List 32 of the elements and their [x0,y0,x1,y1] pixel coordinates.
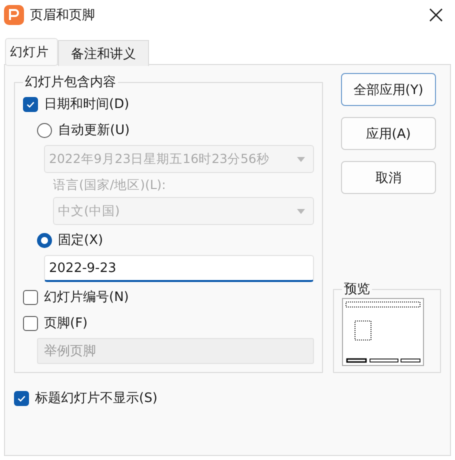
preview-title: 预览 [342,281,371,298]
checkbox[interactable] [23,290,38,304]
checkbox-label: 页脚(F) [44,315,88,332]
dialog-button[interactable]: 取消 [340,161,436,194]
group-title: 幻灯片包含内容 [24,74,117,91]
dialog-button[interactable]: 全部应用(Y) [340,73,436,106]
radio-label: 固定(X) [58,232,104,249]
app-logo-icon [4,5,24,25]
checkbox[interactable] [23,316,38,330]
caret-icon [296,208,305,214]
hide-on-title-checkbox[interactable]: 标题幻灯片不显示(S) [14,387,441,409]
checkbox-label: 日期和时间(D) [44,96,130,113]
auto-update-radio[interactable]: 自动更新(U) [37,119,314,141]
checkbox-label: 幻灯片编号(N) [44,289,129,306]
radio-label: 自动更新(U) [58,122,130,139]
date-time-checkbox[interactable]: 日期和时间(D) [23,93,314,115]
slide-number-checkbox[interactable]: 幻灯片编号(N) [23,286,314,308]
checkbox[interactable] [14,390,29,406]
radio-button[interactable] [37,122,52,138]
tab[interactable]: 幻灯片 [5,38,58,66]
footer-checkbox[interactable]: 页脚(F) [23,312,314,334]
checkbox[interactable] [23,96,38,112]
fixed-radio[interactable]: 固定(X) [37,229,314,251]
window-title: 页眉和页脚 [30,7,96,24]
checkbox-label: 标题幻灯片不显示(S) [35,390,158,407]
caret-icon [296,156,305,162]
dialog-button[interactable]: 应用(A) [340,117,436,150]
fixed-date-field[interactable]: 2022-9-23 [44,255,314,282]
tab[interactable]: 备注和讲义 [58,40,149,66]
radio-button[interactable] [37,232,52,248]
close-icon[interactable] [429,8,443,22]
language-label: 语言(国家/地区)(L): [53,177,167,194]
